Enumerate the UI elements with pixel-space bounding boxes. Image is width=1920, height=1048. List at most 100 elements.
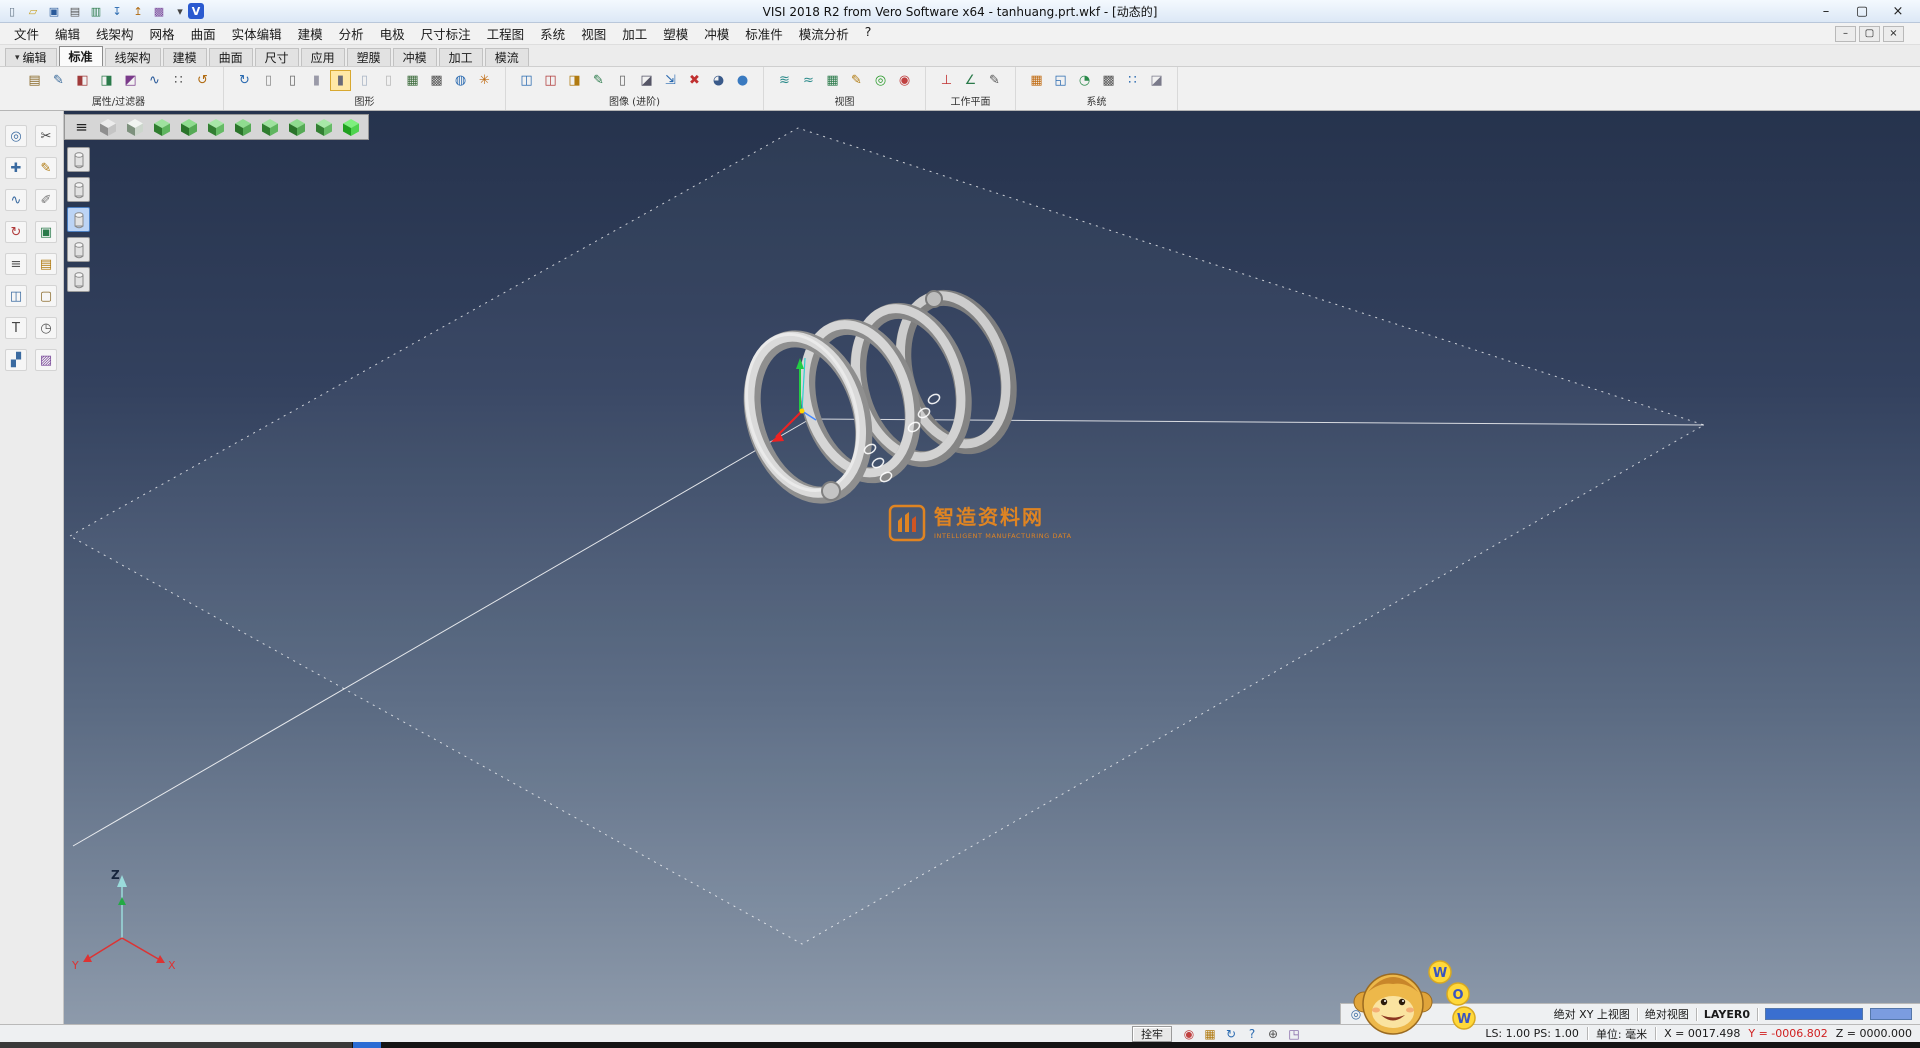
view-cube-front-icon[interactable] — [177, 116, 202, 138]
zoom-window-icon[interactable]: ≈ — [798, 70, 819, 91]
ribbon-tab[interactable]: 加工 — [439, 48, 483, 66]
delete-image-icon[interactable]: ✖ — [684, 70, 705, 91]
view-annotation-icon[interactable]: ✎ — [846, 70, 867, 91]
annotate-view-icon[interactable]: ✎ — [588, 70, 609, 91]
view-cube-bottom-icon[interactable] — [285, 116, 310, 138]
point-cloud-icon[interactable]: ∷ — [1122, 70, 1143, 91]
solid-box-icon[interactable]: ▢ — [35, 285, 57, 307]
menu-item[interactable]: ? — [857, 24, 880, 43]
mirror-tool-icon[interactable]: ◫ — [5, 285, 27, 307]
menu-item[interactable]: 建模 — [290, 24, 331, 43]
modify-attributes-icon[interactable]: ✎ — [48, 70, 69, 91]
display-style-hidden[interactable] — [67, 177, 90, 202]
mdi-restore-button[interactable]: ▢ — [1859, 26, 1880, 42]
3d-viewport[interactable]: Z X Y ≡ — [64, 111, 1920, 1024]
dynamic-section-icon[interactable]: ◕ — [708, 70, 729, 91]
mdi-close-button[interactable]: × — [1883, 26, 1904, 42]
box-display-icon[interactable]: ▦ — [402, 70, 423, 91]
view-cube-top-icon[interactable] — [150, 116, 175, 138]
zoom-extents-icon[interactable]: ≋ — [774, 70, 795, 91]
import-icon[interactable]: ↧ — [109, 3, 125, 19]
menu-item[interactable]: 模流分析 — [791, 24, 857, 43]
notebook-icon[interactable]: ▤ — [35, 253, 57, 275]
menu-item[interactable]: 编辑 — [47, 24, 88, 43]
lock-toggle-button[interactable]: 拴牢 — [1132, 1026, 1172, 1042]
viewport-menu-icon[interactable]: ≡ — [69, 116, 94, 138]
display-style-shaded[interactable] — [67, 207, 90, 232]
world-icon[interactable]: ◔ — [1074, 70, 1095, 91]
print-icon[interactable]: ▤ — [67, 3, 83, 19]
sphere-preview-icon[interactable]: ● — [732, 70, 753, 91]
customize-caret-icon[interactable]: ▾ — [172, 3, 188, 19]
export-icon[interactable]: ↥ — [130, 3, 146, 19]
view-cube-white-icon[interactable] — [96, 116, 121, 138]
view-orientation-selector[interactable]: 绝对 XY 上视图 — [1554, 1006, 1630, 1022]
grid-snap-icon[interactable]: ▦ — [1201, 1026, 1219, 1041]
layer-color-bar[interactable] — [1765, 1008, 1863, 1020]
info-icon[interactable]: ? — [1243, 1026, 1261, 1041]
grid-display-icon[interactable]: ▩ — [426, 70, 447, 91]
snap-compass-icon[interactable]: ◎ — [5, 125, 27, 147]
new-doc-icon[interactable]: ▯ — [4, 3, 20, 19]
rotate-view-icon[interactable]: ◉ — [894, 70, 915, 91]
clip-plane-icon[interactable]: ◪ — [636, 70, 657, 91]
ribbon-tab[interactable]: 模流 — [485, 48, 529, 66]
menu-item[interactable]: 视图 — [573, 24, 614, 43]
point-crosshair-icon[interactable]: ✚ — [5, 157, 27, 179]
menu-item[interactable]: 塑模 — [655, 24, 696, 43]
menu-item[interactable]: 文件 — [6, 24, 47, 43]
highlight-icon[interactable]: ◨ — [564, 70, 585, 91]
sketch-pencil-icon[interactable]: ✎ — [35, 157, 57, 179]
workplane-display-icon[interactable]: ◪ — [1146, 70, 1167, 91]
menu-item[interactable]: 电极 — [372, 24, 413, 43]
ribbon-tab[interactable]: 冲模 — [393, 48, 437, 66]
filter-faces-icon[interactable]: ◧ — [72, 70, 93, 91]
view-cube-right-icon[interactable] — [204, 116, 229, 138]
menu-item[interactable]: 曲面 — [183, 24, 224, 43]
section-view-icon[interactable]: ▯ — [612, 70, 633, 91]
display-style-transparent[interactable] — [67, 267, 90, 292]
menu-item[interactable]: 尺寸标注 — [413, 24, 479, 43]
view-cube-pale-icon[interactable] — [123, 116, 148, 138]
shaded-edges-mode-icon[interactable]: ▮ — [330, 70, 351, 91]
ribbon-tab[interactable]: 塑膜 — [347, 48, 391, 66]
edit-box-icon[interactable]: ▣ — [35, 221, 57, 243]
standard-views-icon[interactable]: ▦ — [822, 70, 843, 91]
ribbon-tab[interactable]: 标准 — [59, 46, 103, 66]
save-icon[interactable]: ▣ — [46, 3, 62, 19]
projection-icon[interactable]: ⇲ — [660, 70, 681, 91]
layer-color-bar-secondary[interactable] — [1870, 1008, 1912, 1020]
menu-item[interactable]: 冲模 — [696, 24, 737, 43]
restore-button[interactable]: ▢ — [1844, 1, 1880, 22]
curve-tool-icon[interactable]: ∿ — [5, 189, 27, 211]
menu-item[interactable]: 线架构 — [88, 24, 142, 43]
update-icon[interactable]: ↻ — [1222, 1026, 1240, 1041]
display-style-shaded-edges[interactable] — [67, 237, 90, 262]
view-cube-left-icon[interactable] — [231, 116, 256, 138]
render-icon[interactable]: ✳ — [474, 70, 495, 91]
transparent-mode-icon[interactable]: ▯ — [354, 70, 375, 91]
view-cube-iso-icon[interactable] — [312, 116, 337, 138]
filter-curves-icon[interactable]: ∿ — [144, 70, 165, 91]
hidden-line-mode-icon[interactable]: ▯ — [282, 70, 303, 91]
view-reference-selector[interactable]: 绝对视图 — [1645, 1006, 1689, 1022]
ribbon-tab[interactable]: 应用 — [301, 48, 345, 66]
palette-tool-icon[interactable]: ▨ — [35, 349, 57, 371]
ribbon-tab[interactable]: 编辑 — [5, 48, 57, 66]
shaded-mode-icon[interactable]: ▮ — [306, 70, 327, 91]
wireframe-mode-icon[interactable]: ▯ — [258, 70, 279, 91]
view-cube-dynamic-icon[interactable] — [339, 116, 364, 138]
trim-scissors-icon[interactable]: ✂ — [35, 125, 57, 147]
menu-item[interactable]: 工程图 — [479, 24, 533, 43]
hatch-tool-icon[interactable]: ▞ — [5, 349, 27, 371]
redraw-icon[interactable]: ↻ — [234, 70, 255, 91]
mdi-minimize-button[interactable]: – — [1835, 26, 1856, 42]
capture-icon[interactable]: ▩ — [151, 3, 167, 19]
erase-tool-icon[interactable]: ✐ — [35, 189, 57, 211]
shading-options-icon[interactable]: ◍ — [450, 70, 471, 91]
menu-item[interactable]: 网格 — [142, 24, 183, 43]
measure-tool-icon[interactable]: ◷ — [35, 317, 57, 339]
view-3d-icon[interactable]: ◳ — [1285, 1026, 1303, 1041]
track-icon[interactable]: ◉ — [1180, 1026, 1198, 1041]
display-settings-icon[interactable]: ◱ — [1050, 70, 1071, 91]
